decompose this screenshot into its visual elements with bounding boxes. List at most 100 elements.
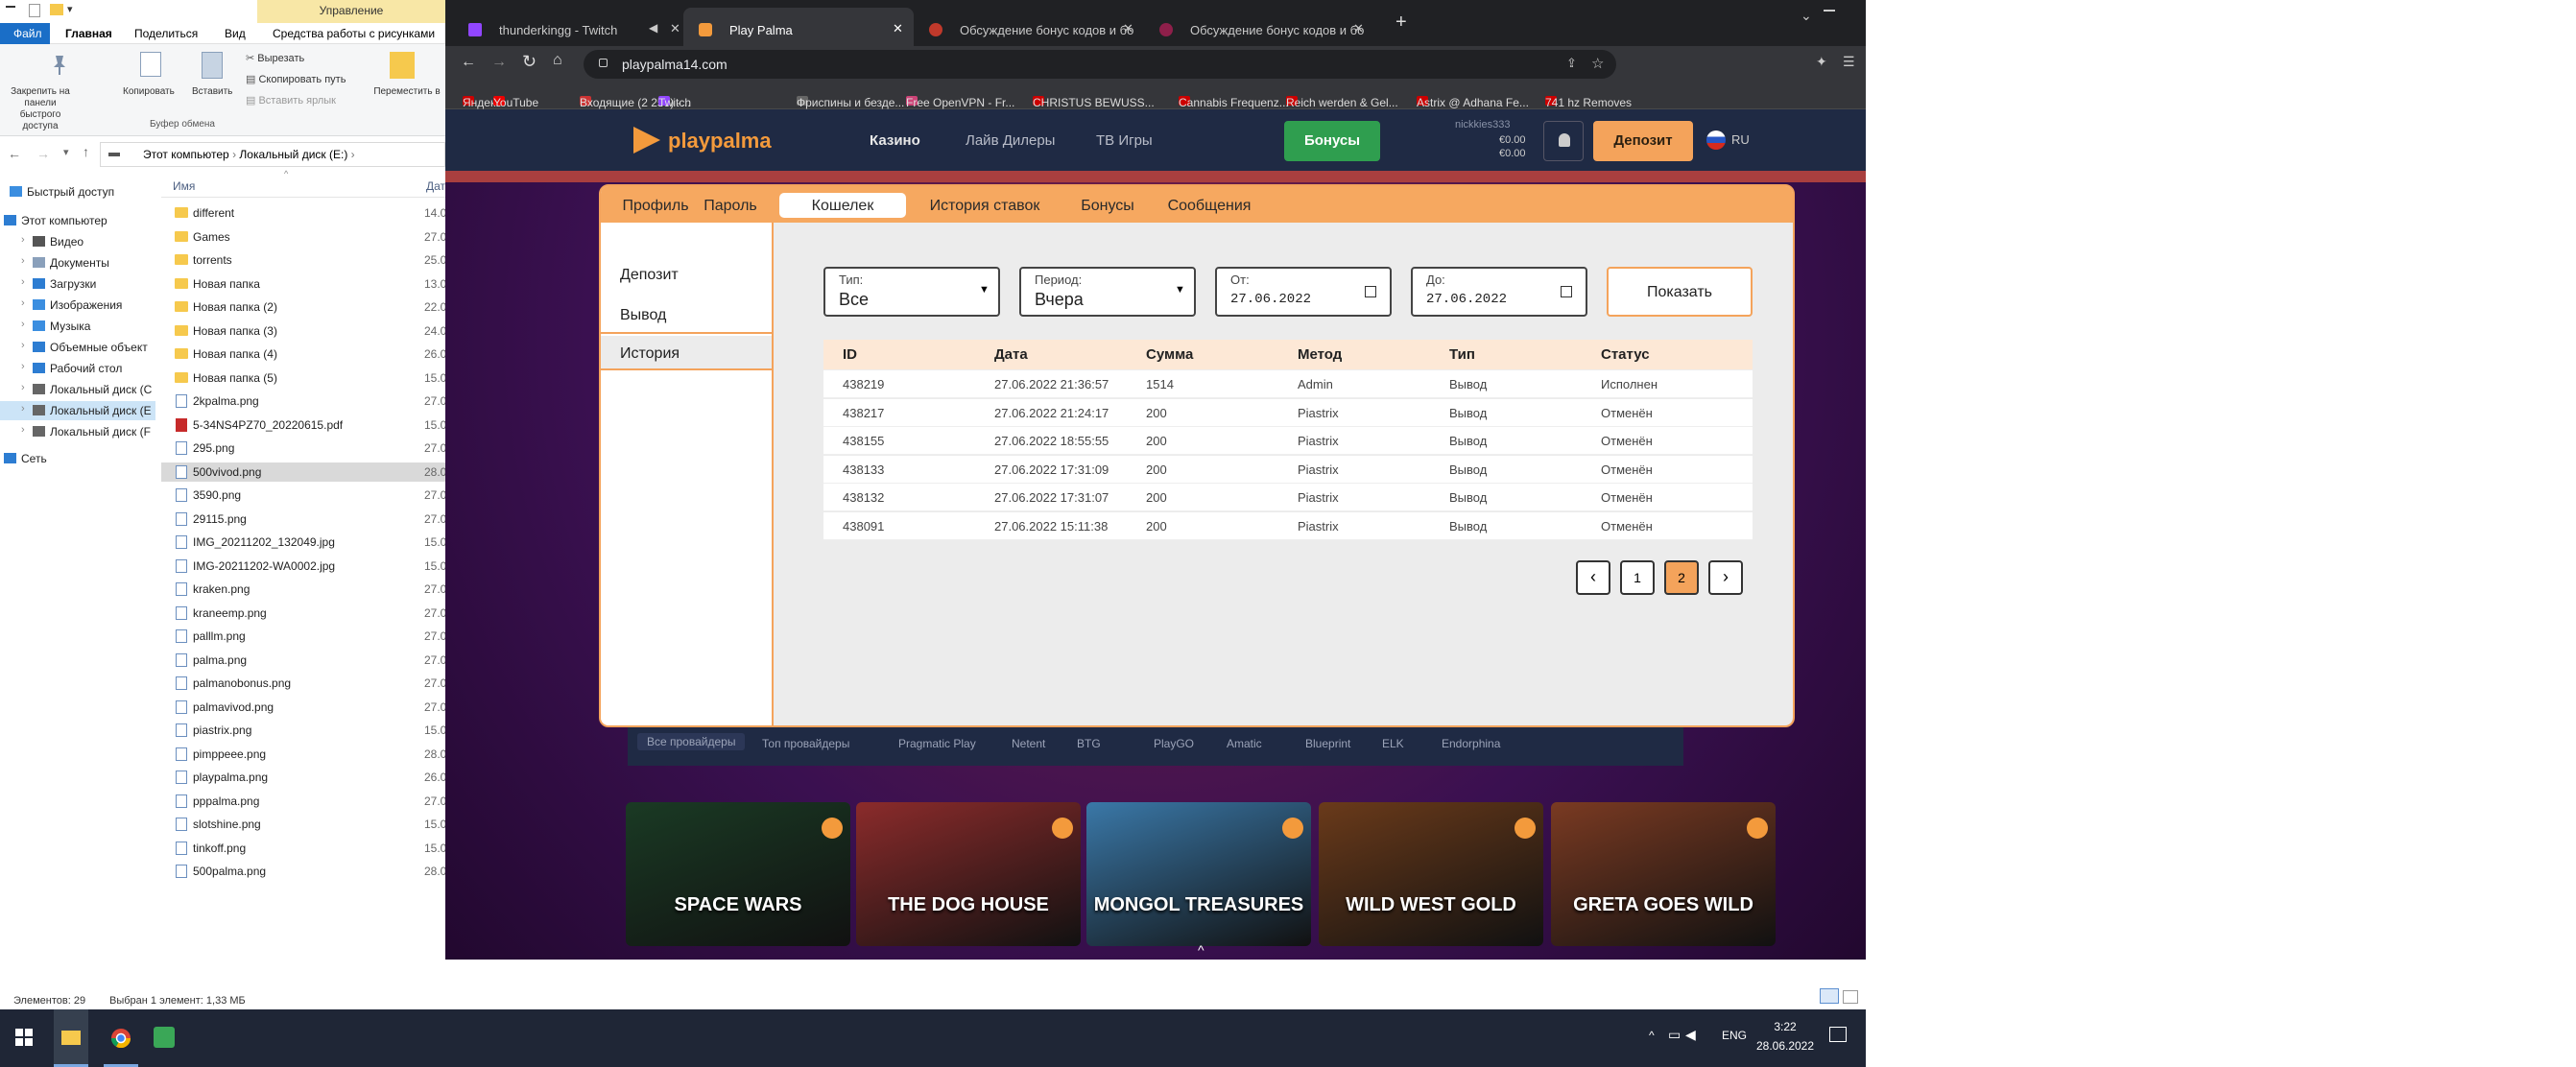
breadcrumb[interactable]: Этот компьютер › Локальный диск (E:) › [100,142,445,167]
side-deposit[interactable]: Депозит [620,267,679,284]
tree-item[interactable]: › Загрузки [0,274,155,294]
table-header-cell[interactable]: Тип [1449,346,1475,363]
file-row[interactable]: palllm.png 27.0 [161,627,445,646]
file-row[interactable]: tinkoff.png 15.0 [161,839,445,858]
forward-arrow-icon[interactable]: → [36,146,50,161]
tab-messages[interactable]: Сообщения [1161,193,1257,218]
up-arrow-icon[interactable]: ↑ [83,144,89,159]
file-row[interactable]: pppalma.png 27.0 [161,792,445,811]
chevron-down-icon[interactable]: ⌄ [0,213,1,225]
notification-center-icon[interactable] [1829,1027,1847,1042]
taskbar-chrome-button[interactable] [104,1009,138,1067]
file-row[interactable]: IMG-20211202-WA0002.jpg 15.0 [161,557,445,576]
file-row[interactable]: Новая папка (5) 15.0 [161,368,445,388]
file-row[interactable]: 29115.png 27.0 [161,510,445,529]
chevron-right-icon[interactable]: › [21,255,25,267]
details-view-icon[interactable] [1820,988,1839,1004]
prev-page-button[interactable]: ‹ [1576,560,1610,595]
close-icon[interactable]: ✕ [893,21,903,36]
volume-icon[interactable]: ◀ [1685,1027,1696,1043]
file-row[interactable]: kraken.png 27.0 [161,580,445,599]
scroll-up-icon[interactable]: ^ [1198,942,1205,958]
chevron-right-icon[interactable]: › [21,234,25,246]
url-bar[interactable]: playpalma14.com ⇪ ☆ [584,50,1616,79]
period-select[interactable]: Период: Вчера ▼ [1019,267,1196,317]
game-tile[interactable]: SPACE WARS [626,802,850,946]
reload-icon[interactable]: ↻ [522,52,537,72]
paste-shortcut-button[interactable]: ▤ Вставить ярлык [246,94,336,107]
copy-path-button[interactable]: ▤ Скопировать путь [246,73,346,85]
table-header-cell[interactable]: Дата [994,346,1028,363]
chevron-right-icon[interactable]: › [21,403,25,415]
tab-search-icon[interactable]: ⌄ [1801,8,1812,24]
taskbar-app-icon[interactable] [154,1027,175,1048]
reading-list-icon[interactable]: ☰ [1843,54,1855,70]
game-tile[interactable]: MONGOL TREASURES [1086,802,1311,946]
properties-icon[interactable] [29,4,40,17]
file-row[interactable]: playpalma.png 26.0 [161,768,445,787]
move-to-button[interactable]: Переместить в [370,86,443,98]
browser-tab-forum-2[interactable]: Обсуждение бонус кодов и бо ✕ [1144,8,1374,46]
show-button[interactable]: Показать [1607,267,1753,317]
tree-item[interactable]: › Локальный диск (C [0,380,155,399]
file-row[interactable]: Новая папка (3) 24.0 [161,321,445,341]
file-row[interactable]: 3590.png 27.0 [161,486,445,505]
taskbar-explorer-button[interactable] [54,1009,88,1067]
chevron-right-icon[interactable]: › [21,382,25,393]
date-from-input[interactable]: От: 27.06.2022 [1215,267,1392,317]
browser-tab-playpalma[interactable]: Play Palma ✕ [683,8,914,46]
bookmark-star-icon[interactable]: ☆ [1591,55,1604,72]
minimize-icon[interactable] [1824,10,1835,12]
input-language[interactable]: ENG [1722,1029,1747,1042]
windows-start-icon[interactable] [15,1029,33,1046]
recent-dropdown-icon[interactable]: ▾ [63,146,69,158]
date-to-input[interactable]: До: 27.06.2022 [1411,267,1587,317]
side-withdraw[interactable]: Вывод [620,307,666,324]
file-row[interactable]: 295.png 27.0 [161,439,445,458]
tab-wallet[interactable]: Кошелек [779,193,906,218]
breadcrumb-drive-e[interactable]: Локальный диск (E:) [239,148,347,161]
file-row[interactable]: IMG_20211202_132049.jpg 15.0 [161,533,445,552]
lock-icon[interactable] [599,59,608,67]
calendar-icon[interactable] [1561,286,1572,297]
file-row[interactable]: palmanobonus.png 27.0 [161,674,445,693]
large-icons-view-icon[interactable] [1843,990,1858,1004]
game-tile[interactable]: GRETA GOES WILD [1551,802,1776,946]
tab-bet-history[interactable]: История ставок [914,193,1056,218]
tab-view[interactable]: Вид [225,27,246,40]
game-tile[interactable]: THE DOG HOUSE [856,802,1081,946]
file-row[interactable]: torrents 25.0 [161,250,445,270]
chevron-right-icon[interactable]: › [21,424,25,436]
tree-item[interactable]: Быстрый доступ [0,182,155,202]
file-row[interactable]: Новая папка (2) 22.0 [161,297,445,317]
mute-tab-icon[interactable]: ◀ [649,21,657,35]
network-icon[interactable]: ▭ [1668,1027,1681,1043]
file-row[interactable]: different 14.0 [161,203,445,223]
tab-file[interactable]: Файл [0,23,50,44]
back-arrow-icon[interactable]: ← [8,146,21,161]
tab-password[interactable]: Пароль [699,193,762,218]
tab-home[interactable]: Главная [65,27,112,40]
side-history[interactable]: История [620,345,680,363]
table-header-cell[interactable]: ID [843,346,857,363]
file-row[interactable]: Новая папка 13.0 [161,274,445,294]
breadcrumb-this-pc[interactable]: Этот компьютер [143,148,229,161]
page-1-button[interactable]: 1 [1620,560,1655,595]
chevron-right-icon[interactable]: › [21,361,25,372]
tree-item[interactable]: ›Сеть [0,449,155,468]
close-icon[interactable]: ✕ [1123,21,1133,36]
chevron-right-icon[interactable]: › [21,276,25,288]
new-tab-icon[interactable]: + [1395,12,1407,34]
calendar-icon[interactable] [1365,286,1376,297]
chevron-right-icon[interactable]: › [21,340,25,351]
file-row[interactable]: 5-34NS4PZ70_20220615.pdf 15.0 [161,415,445,435]
file-row[interactable]: 2kpalma.png 27.0 [161,391,445,411]
quick-access-icon[interactable] [6,6,15,8]
file-row[interactable]: Новая папка (4) 26.0 [161,344,445,364]
chevron-right-icon[interactable]: › [21,297,25,309]
game-tile[interactable]: WILD WEST GOLD [1319,802,1543,946]
share-icon[interactable]: ⇪ [1566,56,1577,71]
tree-item[interactable]: ⌄ Этот компьютер [0,211,155,230]
tree-item[interactable]: › Локальный диск (E [0,401,155,420]
browser-tab-forum-1[interactable]: Обсуждение бонус кодов и бо ✕ [914,8,1144,46]
